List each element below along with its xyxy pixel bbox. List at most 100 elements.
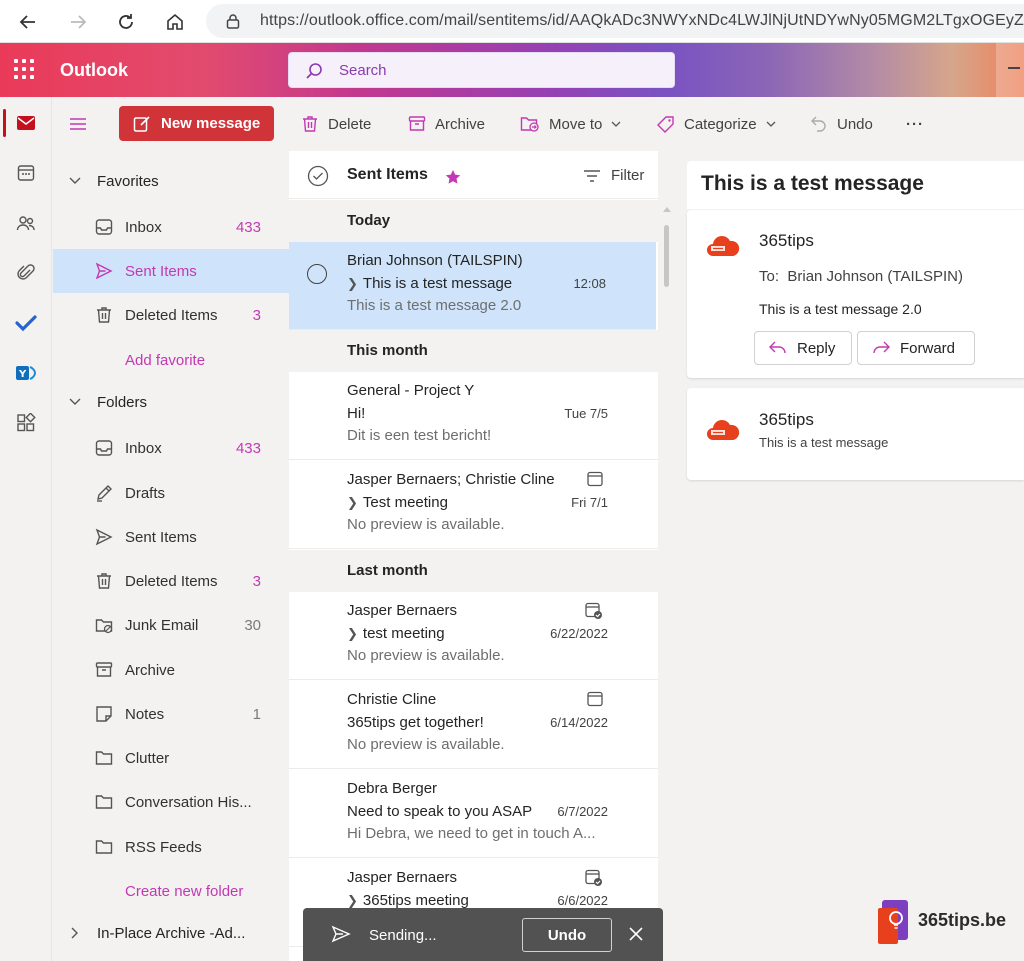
app-launcher-icon[interactable] xyxy=(14,59,34,79)
folder-deleted-items[interactable]: Deleted Items 3 xyxy=(53,559,289,603)
message-item[interactable]: Debra Berger Need to speak to you ASAP H… xyxy=(289,770,658,858)
scrollbar-thumb xyxy=(664,225,669,287)
favorite-sent-items[interactable]: Sent Items xyxy=(53,249,289,293)
message-subject: ❯ 365tips meeting xyxy=(347,892,469,909)
sending-toast: Sending... Undo xyxy=(303,908,663,961)
message-subject: ❯ This is a test message xyxy=(347,275,513,292)
group-header-this-month: This month xyxy=(289,330,658,372)
address-bar[interactable]: https://outlook.office.com/mail/sentitem… xyxy=(206,4,1024,38)
archive-button[interactable]: Archive xyxy=(408,112,485,136)
message-subject: ❯ test meeting xyxy=(347,625,445,642)
sender-logo-icon xyxy=(705,234,741,258)
folders-section[interactable]: Folders xyxy=(53,382,289,422)
undo-button[interactable]: Undo xyxy=(810,112,873,136)
folder-clutter[interactable]: Clutter xyxy=(53,736,289,780)
message-preview: Dit is een test bericht! xyxy=(347,427,492,444)
message-item[interactable]: Jasper Bernaers ❯ test meeting No preview… xyxy=(289,592,658,680)
folder-label: Junk Email xyxy=(125,616,199,634)
lock-icon xyxy=(226,13,240,29)
folder-pane: New message Favorites Inbox 433 Sent Ite… xyxy=(53,97,289,961)
message-preview: No preview is available. xyxy=(347,647,505,664)
folder-archive[interactable]: Archive xyxy=(53,648,289,692)
message-select-radio[interactable] xyxy=(307,264,327,284)
watermark-text: 365tips.be xyxy=(918,910,1007,930)
message-preview: This is a test message xyxy=(759,435,889,450)
select-all-checkbox[interactable] xyxy=(307,165,329,187)
folder-sent-items[interactable]: Sent Items xyxy=(53,515,289,559)
todo-icon[interactable] xyxy=(0,299,52,347)
message-item[interactable]: Jasper Bernaers; Christie Cline ❯ Test me… xyxy=(289,461,658,549)
message-sender: General - Project Y xyxy=(347,382,475,399)
toast-undo-button[interactable]: Undo xyxy=(522,918,612,952)
archive-label: Archive xyxy=(435,115,486,133)
folder-label: Inbox xyxy=(125,218,162,236)
favorite-deleted-items[interactable]: Deleted Items 3 xyxy=(53,293,289,337)
favorites-section[interactable]: Favorites xyxy=(53,161,289,201)
new-message-button[interactable]: New message xyxy=(119,106,274,141)
folders-label: Folders xyxy=(97,393,148,411)
app-name[interactable]: Outlook xyxy=(60,60,128,81)
forward-button[interactable]: Forward xyxy=(857,331,975,365)
apps-icon[interactable] xyxy=(0,399,52,447)
message-preview: No preview is available. xyxy=(347,516,505,533)
junk-folder-icon xyxy=(95,619,113,634)
message-time: 6/14/2022 xyxy=(550,715,608,730)
back-arrow-icon[interactable] xyxy=(14,8,42,36)
folder-icon xyxy=(95,751,113,765)
message-sender: Jasper Bernaers; Christie Cline xyxy=(347,471,555,488)
unread-count: 433 xyxy=(235,218,261,236)
send-icon xyxy=(331,925,351,943)
folder-conversation-history[interactable]: Conversation His... xyxy=(53,780,289,824)
archive-icon xyxy=(408,116,426,131)
create-folder-link[interactable]: Create new folder xyxy=(53,869,289,913)
attachment-icon[interactable] xyxy=(0,249,52,297)
reply-button[interactable]: Reply xyxy=(754,331,852,365)
expand-chevron-icon: ❯ xyxy=(347,276,358,291)
mail-icon[interactable] xyxy=(0,99,52,147)
refresh-icon[interactable] xyxy=(112,8,140,36)
message-card-expanded[interactable]: 365tips To: Brian Johnson (TAILSPIN) Thi… xyxy=(687,210,1024,378)
folder-junk-email[interactable]: Junk Email 30 xyxy=(53,603,289,647)
calendar-invite-icon xyxy=(587,471,603,487)
calendar-icon[interactable] xyxy=(0,149,52,197)
outlook-header: Outlook Search xyxy=(0,43,1024,97)
undo-icon xyxy=(811,116,826,132)
folder-rss-feeds[interactable]: RSS Feeds xyxy=(53,825,289,869)
message-card-collapsed[interactable]: 365tips This is a test message xyxy=(687,388,1024,480)
delete-button[interactable]: Delete xyxy=(301,112,371,136)
home-icon[interactable] xyxy=(161,8,189,36)
calendar-accepted-icon xyxy=(585,869,603,887)
folder-label: Inbox xyxy=(125,439,162,457)
people-icon[interactable] xyxy=(0,199,52,247)
favorite-star-icon[interactable] xyxy=(445,169,461,185)
header-overflow[interactable] xyxy=(996,43,1024,97)
folder-notes[interactable]: Notes 1 xyxy=(53,692,289,736)
folder-drafts[interactable]: Drafts xyxy=(53,471,289,515)
group-header-today: Today xyxy=(289,200,658,242)
unread-count: 433 xyxy=(235,439,261,457)
categorize-button[interactable]: Categorize xyxy=(657,112,776,136)
browser-toolbar: https://outlook.office.com/mail/sentitem… xyxy=(0,0,1024,43)
folder-inbox[interactable]: Inbox 433 xyxy=(53,426,289,470)
hamburger-menu-icon[interactable] xyxy=(69,117,87,131)
more-actions-button[interactable]: ··· xyxy=(906,112,924,136)
forward-arrow-icon[interactable] xyxy=(64,8,92,36)
message-item[interactable]: Christie Cline 365tips get together! No … xyxy=(289,681,658,769)
move-to-button[interactable]: Move to xyxy=(520,112,621,136)
message-subject: ❯ Test meeting xyxy=(347,494,448,511)
filter-button[interactable]: Filter xyxy=(583,167,644,184)
expand-chevron-icon: ❯ xyxy=(347,626,358,641)
message-item[interactable]: General - Project Y Hi! Dit is een test … xyxy=(289,372,658,460)
message-list-header: Sent Items Filter xyxy=(289,151,658,199)
add-favorite-link[interactable]: Add favorite xyxy=(53,338,289,382)
yammer-icon[interactable]: Y xyxy=(0,349,52,397)
close-icon[interactable] xyxy=(628,926,644,942)
message-list-scrollbar[interactable] xyxy=(663,205,671,955)
sender-logo-icon xyxy=(705,418,741,442)
reply-arrow-icon xyxy=(769,341,786,354)
search-input[interactable]: Search xyxy=(288,52,675,88)
message-sender: Debra Berger xyxy=(347,780,438,797)
favorite-inbox[interactable]: Inbox 433 xyxy=(53,205,289,249)
archive-mailbox-section[interactable]: In-Place Archive -Ad... xyxy=(53,913,289,953)
message-item[interactable]: Brian Johnson (TAILSPIN) ❯ This is a test… xyxy=(289,242,656,330)
